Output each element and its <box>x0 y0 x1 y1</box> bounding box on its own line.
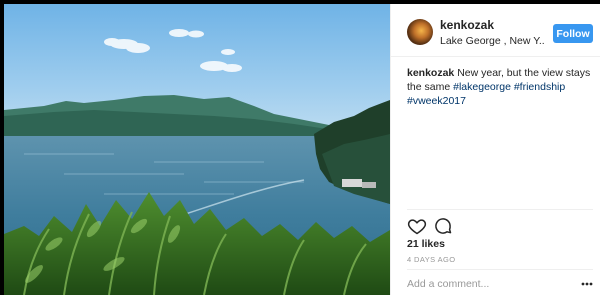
post-frame: kenkozak Lake George , New Y... Follow k… <box>4 4 600 295</box>
divider <box>407 209 593 210</box>
post-details-panel: kenkozak Lake George , New Y... Follow k… <box>390 4 600 295</box>
avatar[interactable] <box>407 19 433 45</box>
lake-photo-image <box>4 4 390 295</box>
caption-username[interactable]: kenkozak <box>407 67 454 79</box>
heart-icon[interactable] <box>407 216 427 236</box>
follow-button[interactable]: Follow <box>553 24 593 43</box>
hashtag-link[interactable]: #vweek2017 <box>407 95 466 107</box>
more-options-icon[interactable] <box>581 282 593 286</box>
hashtag-link[interactable]: #friendship <box>514 81 565 93</box>
location-link[interactable]: Lake George , New Y... <box>440 35 545 47</box>
post-header: kenkozak Lake George , New Y... Follow <box>391 4 600 57</box>
username-link[interactable]: kenkozak <box>440 18 494 32</box>
likes-count[interactable]: 21 likes <box>407 238 445 250</box>
comment-input[interactable] <box>407 276 557 292</box>
divider <box>407 269 593 270</box>
action-bar <box>407 216 467 236</box>
hashtag-link[interactable]: #lakegeorge <box>453 81 511 93</box>
post-timestamp[interactable]: 4 DAYS AGO <box>407 255 455 264</box>
post-photo[interactable] <box>4 4 390 295</box>
comment-icon[interactable] <box>433 216 453 236</box>
post-caption: kenkozak New year, but the view stays th… <box>407 66 597 108</box>
